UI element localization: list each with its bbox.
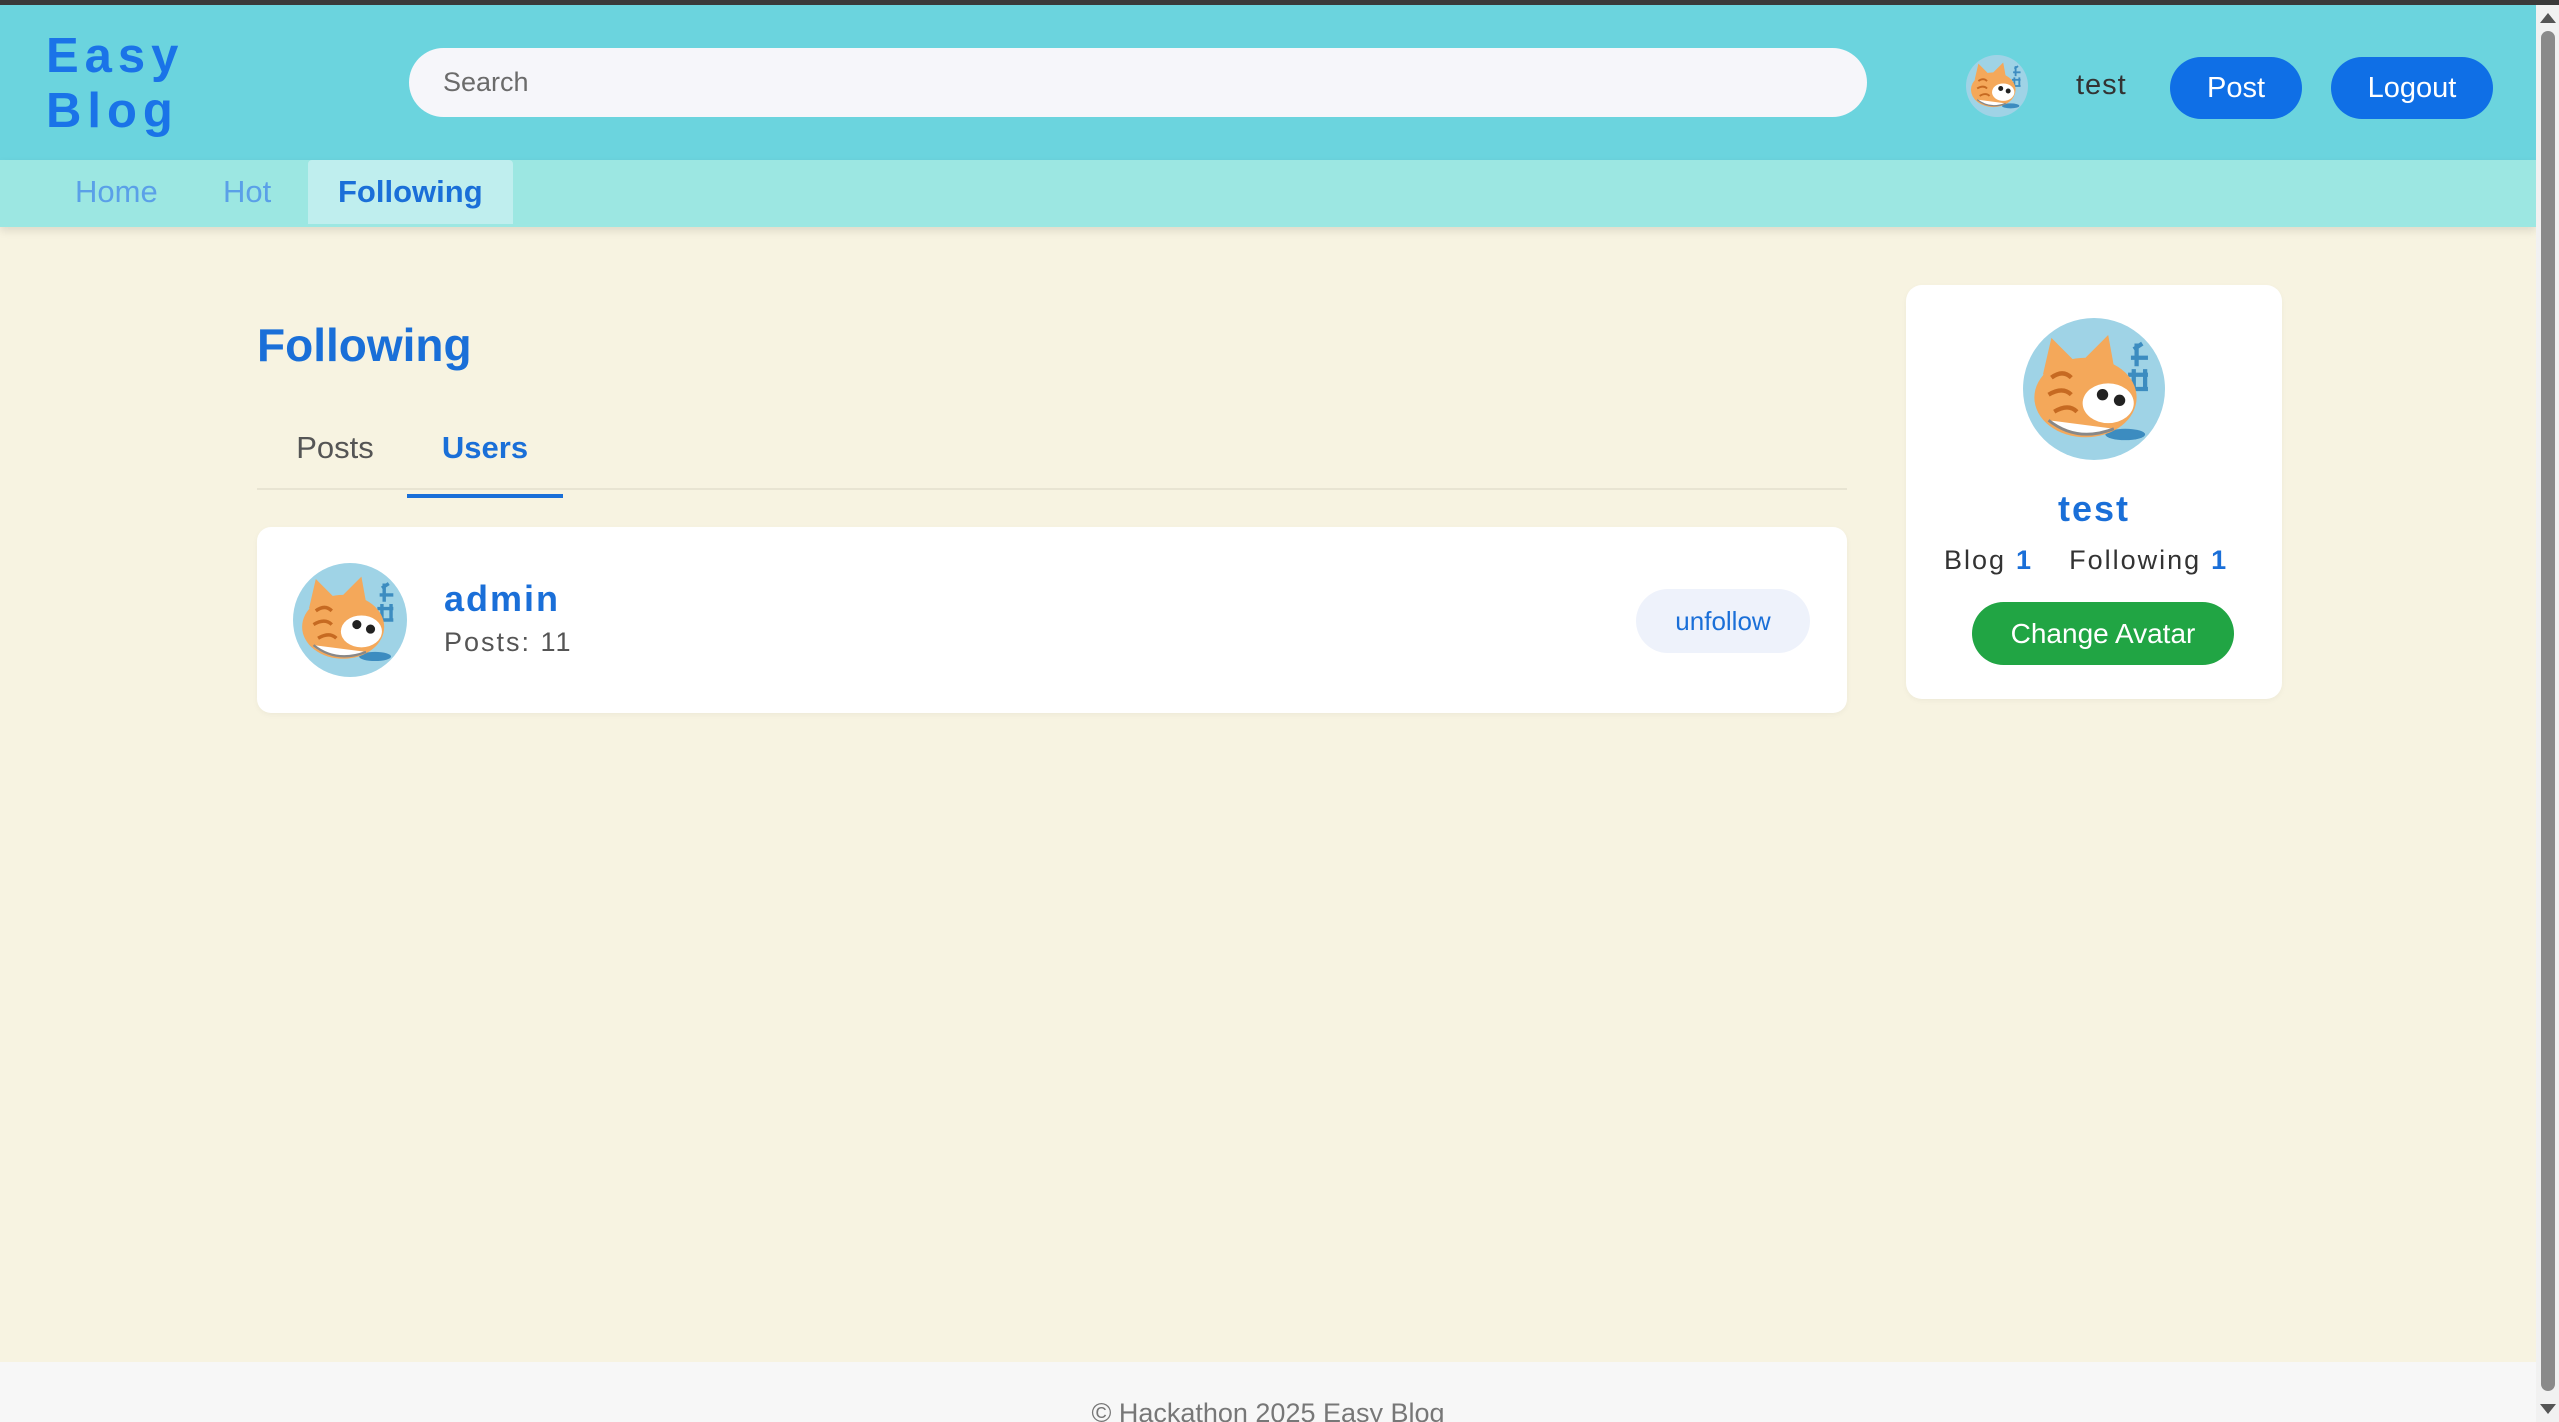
tab-users[interactable]: Users bbox=[407, 430, 563, 498]
page-title: Following bbox=[257, 319, 472, 371]
scrollbar-thumb[interactable] bbox=[2541, 31, 2555, 1391]
profile-stats: Blog 1 Following 1 bbox=[1944, 545, 2228, 576]
followed-user-name[interactable]: admin bbox=[444, 578, 560, 620]
unfollow-button[interactable]: unfollow bbox=[1636, 589, 1810, 653]
search-input[interactable] bbox=[409, 48, 1867, 117]
profile-username: test bbox=[2057, 488, 2131, 529]
header-bar: Easy Blog test Post Logout bbox=[0, 5, 2536, 160]
nav-item-following[interactable]: Following bbox=[308, 160, 513, 224]
header-username[interactable]: test bbox=[2076, 69, 2127, 102]
site-logo[interactable]: Easy Blog bbox=[46, 29, 184, 139]
user-avatar-icon[interactable] bbox=[293, 563, 407, 677]
blog-stat-count: 1 bbox=[2016, 545, 2034, 575]
cat-avatar-icon[interactable] bbox=[1966, 55, 2028, 117]
logout-button[interactable]: Logout bbox=[2331, 57, 2493, 119]
post-button[interactable]: Post bbox=[2170, 57, 2302, 119]
blog-stat-label: Blog bbox=[1944, 545, 2007, 575]
nav-item-home[interactable]: Home bbox=[45, 160, 188, 224]
scroll-down-arrow-icon[interactable] bbox=[2540, 1404, 2556, 1414]
scroll-up-arrow-icon[interactable] bbox=[2540, 13, 2556, 23]
following-stat-label: Following bbox=[2069, 545, 2202, 575]
footer-copyright: © Hackathon 2025 Easy Blog bbox=[1091, 1398, 1445, 1422]
logo-line-1: Easy bbox=[46, 29, 185, 83]
page-footer: © Hackathon 2025 Easy Blog bbox=[0, 1362, 2536, 1422]
main-nav: Home Hot Following bbox=[0, 160, 2536, 227]
nav-item-hot[interactable]: Hot bbox=[193, 160, 301, 224]
followed-user-post-count: Posts: 11 bbox=[444, 627, 573, 657]
followed-user-card: admin Posts: 11 unfollow bbox=[257, 527, 1847, 713]
change-avatar-button[interactable]: Change Avatar bbox=[1972, 602, 2234, 665]
following-stat-count: 1 bbox=[2211, 545, 2229, 575]
tab-posts[interactable]: Posts bbox=[293, 430, 377, 490]
following-tabs: Posts Users bbox=[257, 420, 1847, 498]
profile-avatar-icon bbox=[2023, 318, 2165, 460]
profile-card: test Blog 1 Following 1 Change Avatar bbox=[1906, 285, 2282, 699]
logo-line-2: Blog bbox=[46, 84, 179, 138]
vertical-scrollbar[interactable] bbox=[2536, 5, 2559, 1422]
